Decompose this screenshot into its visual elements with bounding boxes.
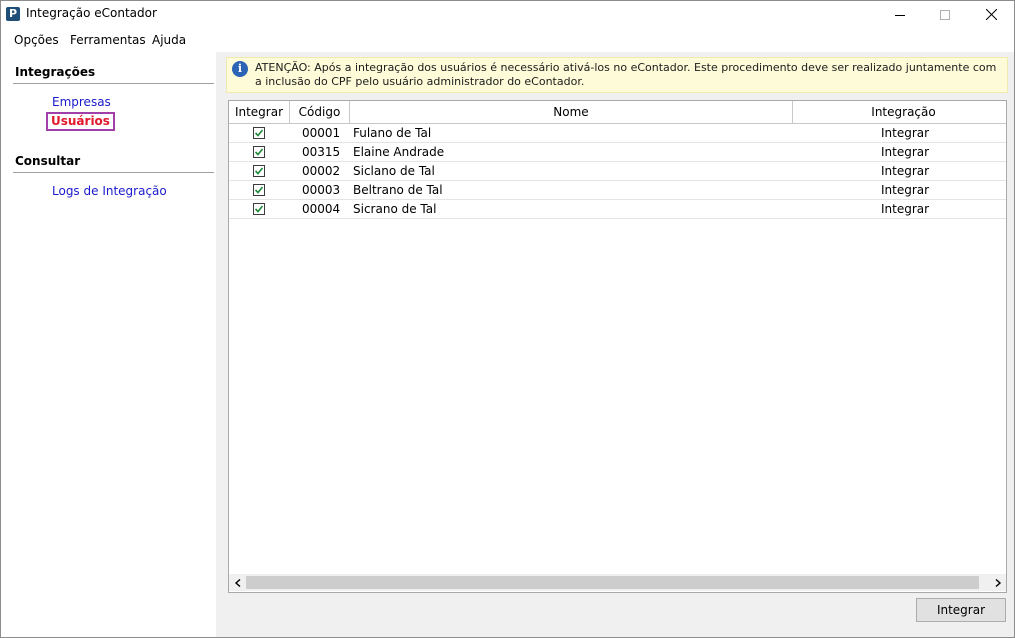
sidebar-item-empresas[interactable]: Empresas <box>52 95 111 109</box>
app-window: P Integração eContador Opções Ferramenta… <box>0 0 1015 638</box>
scrollbar-thumb[interactable] <box>246 576 979 589</box>
info-icon: i <box>232 61 248 77</box>
section-title-integracoes: Integrações <box>15 65 96 79</box>
cell-integracao[interactable]: Integrar <box>881 181 929 200</box>
section-title-consultar: Consultar <box>15 154 81 168</box>
integrar-checkbox[interactable] <box>253 184 265 196</box>
section-divider <box>13 83 214 84</box>
table-row[interactable]: 00004 Sicrano de Tal Integrar <box>229 200 1006 219</box>
table-row[interactable]: 00002 Siclano de Tal Integrar <box>229 162 1006 181</box>
checkmark-icon <box>254 129 264 137</box>
column-header-integracao[interactable]: Integração <box>793 101 1014 123</box>
sidebar-item-logs[interactable]: Logs de Integração <box>52 184 167 198</box>
menu-bar: Opções Ferramentas Ajuda <box>1 28 1014 52</box>
cell-nome: Sicrano de Tal <box>353 202 437 216</box>
cell-nome: Beltrano de Tal <box>353 183 443 197</box>
cell-codigo: 00003 <box>302 183 341 197</box>
table-row[interactable]: 00003 Beltrano de Tal Integrar <box>229 181 1006 200</box>
cell-codigo: 00002 <box>302 164 341 178</box>
cell-integracao[interactable]: Integrar <box>881 124 929 143</box>
sidebar: Integrações Empresas Usuários Consultar … <box>1 52 216 637</box>
close-button[interactable] <box>968 1 1014 28</box>
window-title: Integração eContador <box>26 6 157 20</box>
menu-opcoes[interactable]: Opções <box>14 33 59 47</box>
cell-integracao[interactable]: Integrar <box>881 200 929 219</box>
cell-nome: Siclano de Tal <box>353 164 435 178</box>
chevron-right-icon <box>995 578 1001 587</box>
maximize-button[interactable] <box>922 1 968 28</box>
column-header-codigo[interactable]: Código <box>290 101 350 123</box>
integrar-checkbox[interactable] <box>253 146 265 158</box>
cell-codigo: 00001 <box>302 126 341 140</box>
integrar-checkbox[interactable] <box>253 127 265 139</box>
menu-ferramentas[interactable]: Ferramentas <box>70 33 146 47</box>
column-header-nome[interactable]: Nome <box>350 101 793 123</box>
column-header-integrar[interactable]: Integrar <box>229 101 290 123</box>
cell-nome: Fulano de Tal <box>353 126 432 140</box>
integrar-button[interactable]: Integrar <box>916 598 1006 622</box>
horizontal-scrollbar[interactable] <box>229 574 1006 591</box>
close-icon <box>985 9 997 20</box>
integrar-checkbox[interactable] <box>253 165 265 177</box>
section-divider <box>13 172 214 173</box>
maximize-icon <box>940 9 950 20</box>
cell-integracao[interactable]: Integrar <box>881 143 929 162</box>
checkmark-icon <box>254 148 264 156</box>
scroll-right-button[interactable] <box>989 574 1006 591</box>
app-logo-icon: P <box>6 7 20 21</box>
title-bar: P Integração eContador <box>1 1 1014 28</box>
checkmark-icon <box>254 167 264 175</box>
integrar-checkbox[interactable] <box>253 203 265 215</box>
attention-notice: i ATENÇÃO: Após a integração dos usuário… <box>226 57 1008 93</box>
main-panel: i ATENÇÃO: Após a integração dos usuário… <box>216 52 1014 637</box>
checkmark-icon <box>254 205 264 213</box>
cell-integracao[interactable]: Integrar <box>881 162 929 181</box>
checkmark-icon <box>254 186 264 194</box>
cell-codigo: 00004 <box>302 202 341 216</box>
grid-header: Integrar Código Nome Integração <box>229 101 1006 124</box>
table-row[interactable]: 00001 Fulano de Tal Integrar <box>229 124 1006 143</box>
scroll-left-button[interactable] <box>229 574 246 591</box>
menu-ajuda[interactable]: Ajuda <box>152 33 186 47</box>
sidebar-item-usuarios[interactable]: Usuários <box>46 112 115 131</box>
notice-text: ATENÇÃO: Após a integração dos usuários … <box>255 61 997 88</box>
table-row[interactable]: 00315 Elaine Andrade Integrar <box>229 143 1006 162</box>
users-grid: Integrar Código Nome Integração 00001 Fu… <box>228 100 1007 593</box>
minimize-button[interactable] <box>877 1 923 28</box>
cell-codigo: 00315 <box>302 145 341 159</box>
minimize-icon <box>895 14 905 16</box>
chevron-left-icon <box>234 578 240 587</box>
cell-nome: Elaine Andrade <box>353 145 445 159</box>
